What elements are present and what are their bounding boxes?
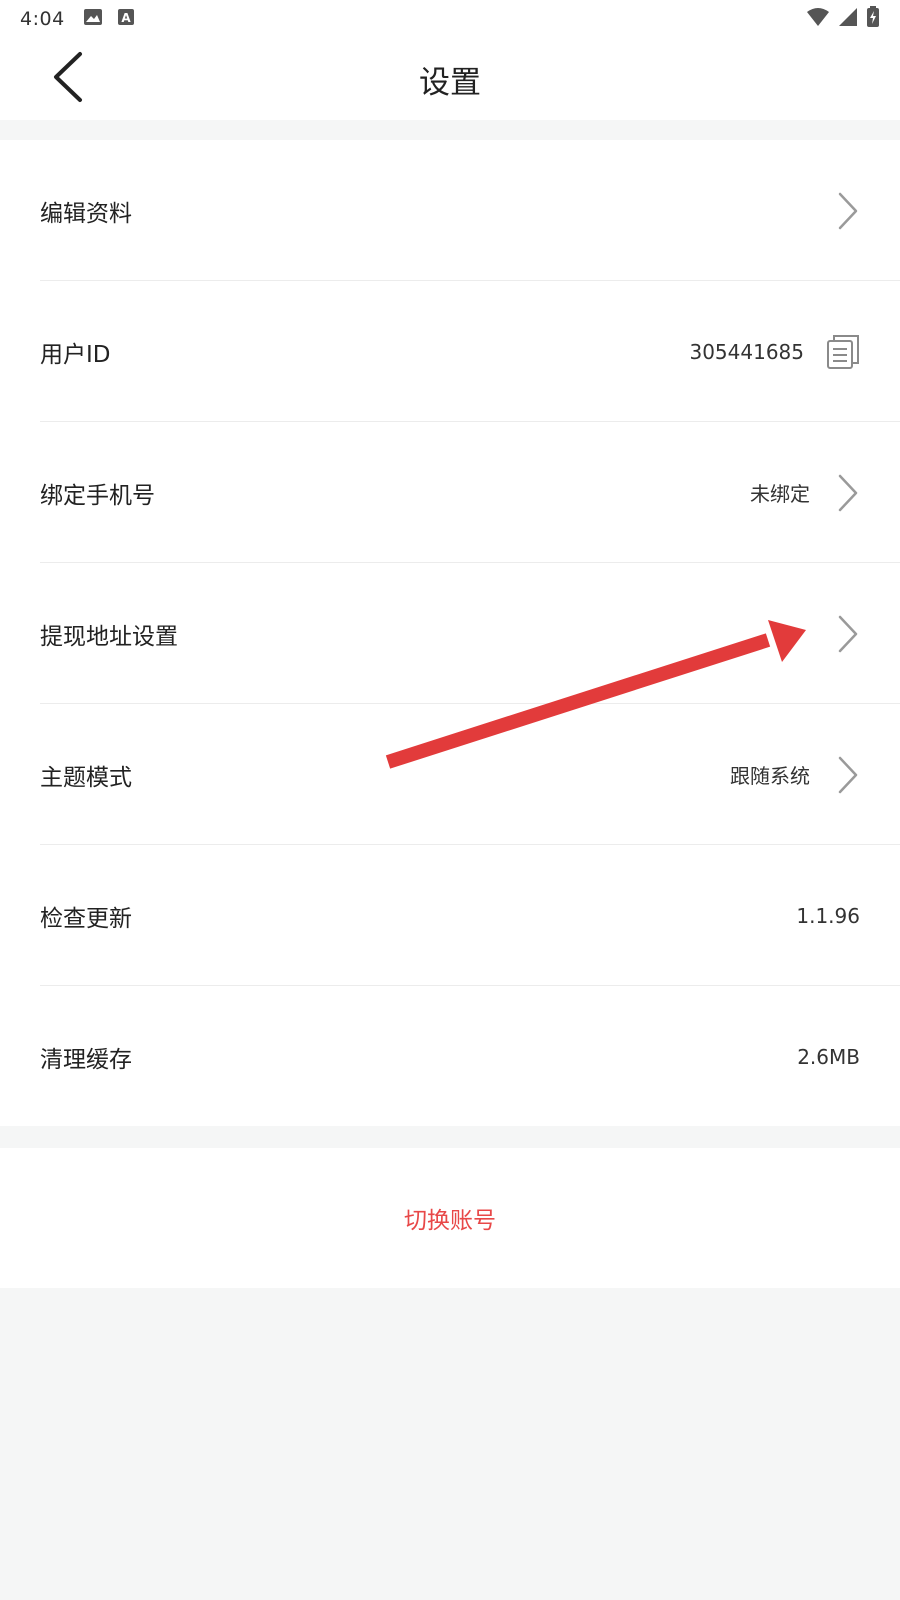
chevron-right-icon — [836, 755, 860, 795]
row-right — [810, 191, 860, 231]
settings-list: 编辑资料 用户ID 305441685 绑定手机号 未绑定 提现地址设置 主题模… — [0, 140, 900, 1126]
page-title: 设置 — [419, 64, 481, 101]
row-withdraw-address[interactable]: 提现地址设置 — [0, 563, 900, 704]
switch-account-section: 切换账号 — [0, 1148, 900, 1288]
user-id-value: 305441685 — [689, 339, 804, 364]
row-label: 提现地址设置 — [40, 623, 178, 650]
switch-account-button[interactable]: 切换账号 — [404, 1201, 496, 1235]
wifi-icon — [806, 7, 830, 31]
row-label: 主题模式 — [40, 764, 132, 791]
font-a-icon: A — [117, 8, 135, 30]
row-right: 跟随系统 — [730, 755, 860, 795]
row-check-update[interactable]: 检查更新 1.1.96 — [0, 845, 900, 986]
theme-mode-value: 跟随系统 — [730, 764, 810, 788]
row-label: 用户ID — [40, 341, 111, 368]
settings-screen: 4:04 A 设置 编辑资料 用户ID 305441685 绑定手机号 未绑定 … — [0, 0, 900, 1600]
row-label: 清理缓存 — [40, 1046, 132, 1073]
chevron-left-icon — [51, 51, 85, 107]
row-right: 305441685 — [689, 334, 860, 370]
row-clear-cache[interactable]: 清理缓存 2.6MB — [0, 986, 900, 1127]
row-bind-phone[interactable]: 绑定手机号 未绑定 — [0, 422, 900, 563]
row-theme-mode[interactable]: 主题模式 跟随系统 — [0, 704, 900, 845]
chevron-right-icon — [836, 191, 860, 231]
row-label: 绑定手机号 — [40, 482, 155, 509]
battery-charging-icon — [866, 6, 880, 32]
status-left-icons: A — [83, 8, 135, 30]
chevron-right-icon — [836, 614, 860, 654]
chevron-right-icon — [836, 473, 860, 513]
svg-text:A: A — [121, 11, 131, 25]
row-right: 2.6MB — [797, 1045, 860, 1069]
bind-phone-value: 未绑定 — [750, 482, 810, 506]
row-right — [810, 614, 860, 654]
header: 设置 — [0, 38, 900, 120]
row-edit-profile[interactable]: 编辑资料 — [0, 140, 900, 281]
row-right: 未绑定 — [750, 473, 860, 513]
row-user-id: 用户ID 305441685 — [0, 281, 900, 422]
row-right: 1.1.96 — [796, 904, 860, 928]
row-label: 检查更新 — [40, 905, 132, 932]
version-value: 1.1.96 — [796, 903, 860, 928]
status-bar: 4:04 A — [0, 0, 900, 38]
image-icon — [83, 8, 103, 30]
status-time: 4:04 — [20, 8, 65, 30]
row-label: 编辑资料 — [40, 200, 132, 227]
copy-icon[interactable] — [826, 334, 860, 370]
signal-icon — [838, 7, 858, 31]
cache-size-value: 2.6MB — [797, 1044, 860, 1069]
status-right-icons — [806, 6, 880, 32]
back-button[interactable] — [40, 50, 96, 108]
